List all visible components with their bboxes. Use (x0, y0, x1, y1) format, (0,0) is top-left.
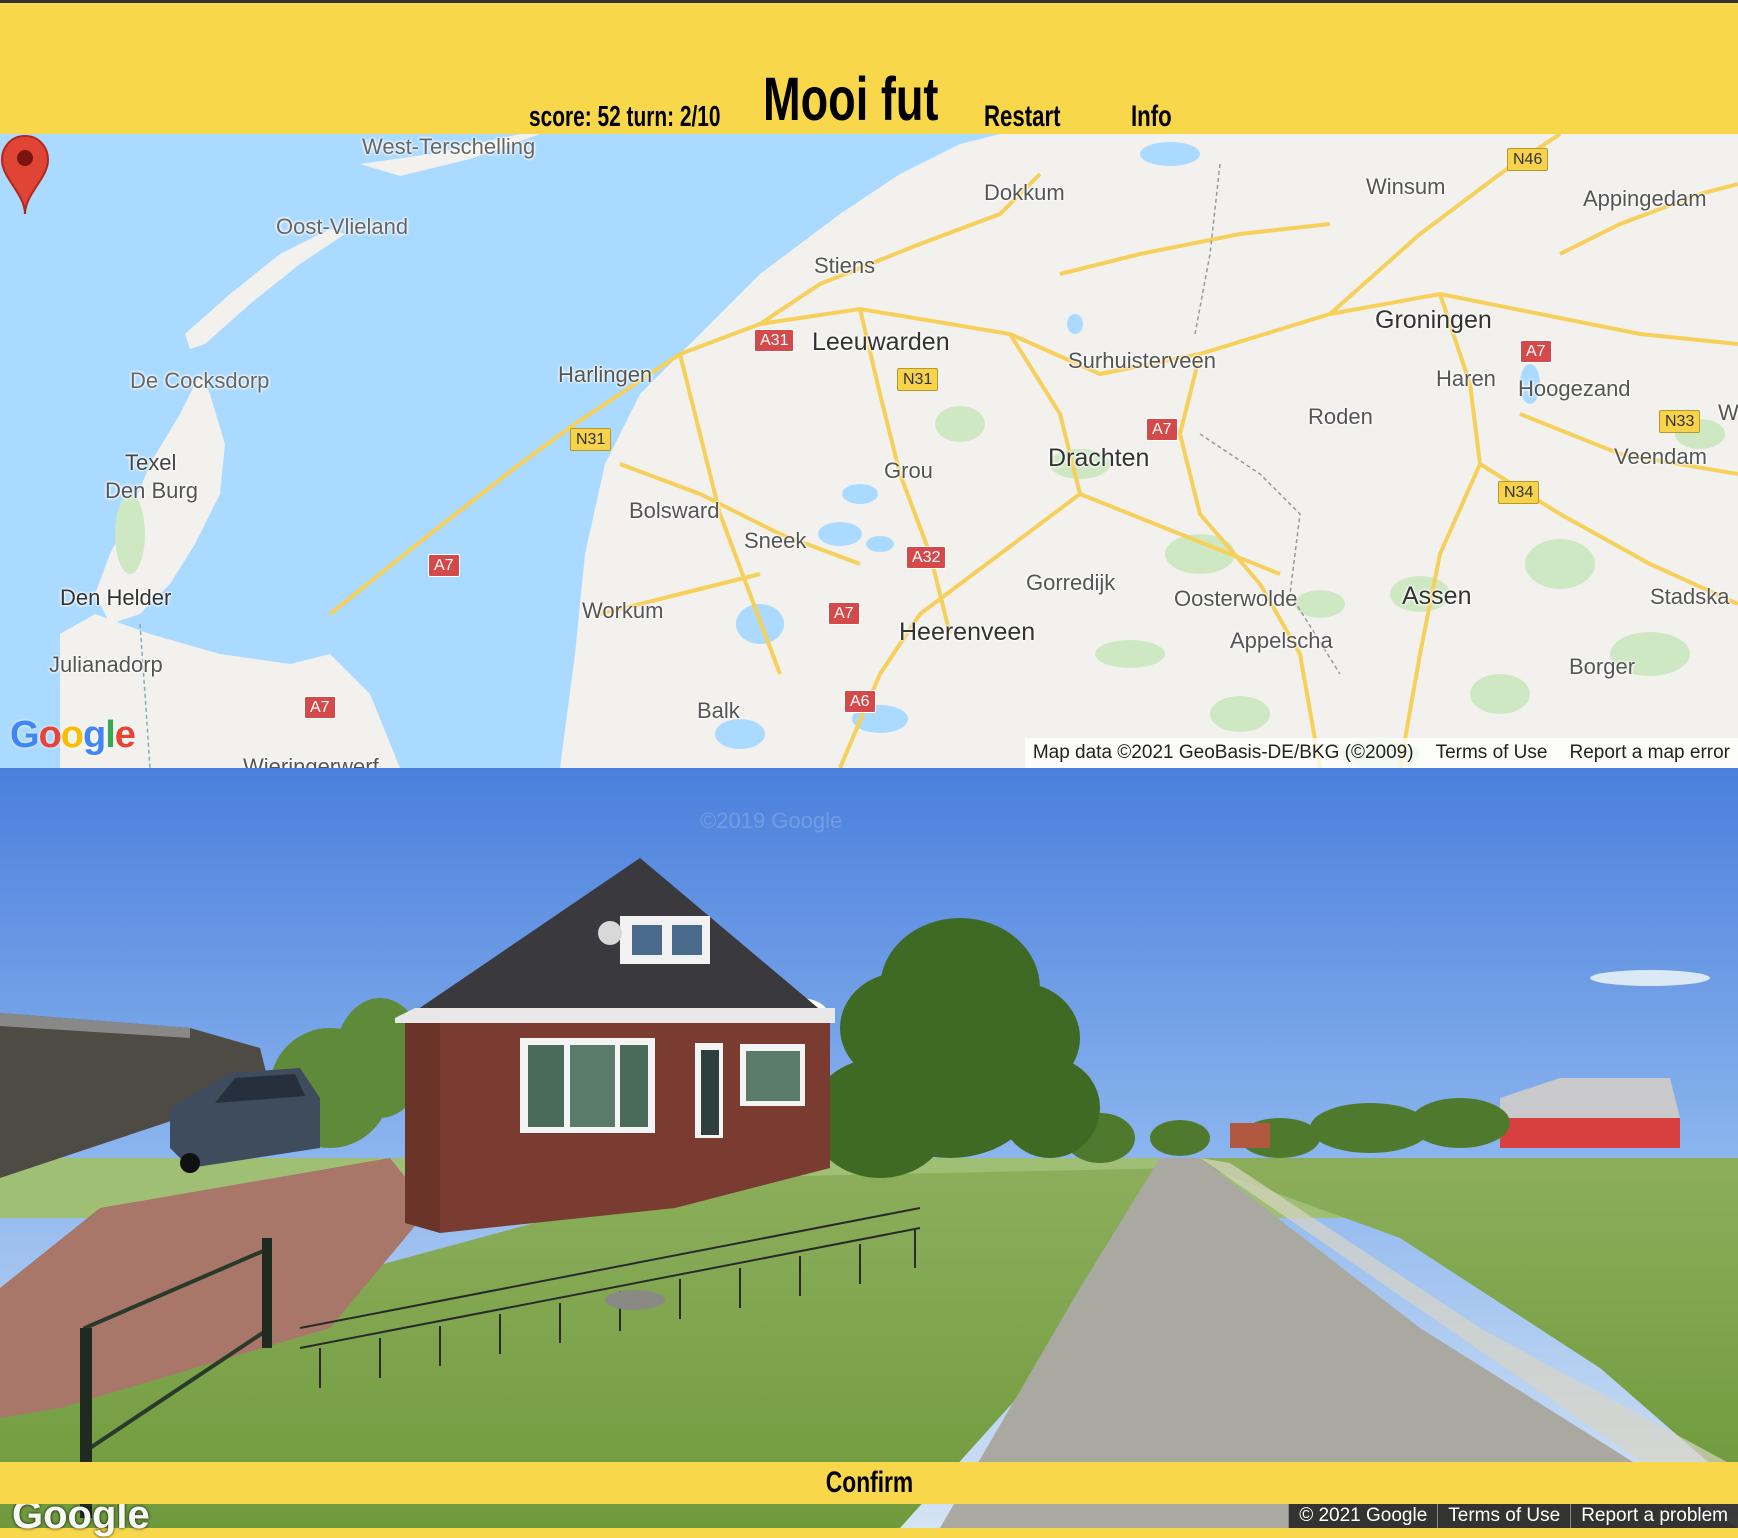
place-label: Grou (884, 458, 933, 483)
road-shield-n31: N31 (897, 368, 939, 391)
streetview-terms-link[interactable]: Terms of Use (1437, 1504, 1571, 1528)
place-label: Den Helder (60, 585, 172, 610)
place-label: W (1718, 400, 1738, 425)
map-report-link[interactable]: Report a map error (1569, 742, 1730, 764)
page-title: Mooi fut (763, 65, 939, 133)
road-shield-a31: A31 (754, 329, 795, 352)
confirm-label: Confirm (825, 1466, 913, 1499)
place-label: Veendam (1614, 444, 1707, 469)
streetview-watermark: ©2019 Google (700, 808, 843, 833)
place-label: Julianadorp (49, 652, 163, 677)
road-shield-a6: A6 (844, 690, 876, 713)
road-shield-a7: A7 (828, 602, 860, 625)
road-shield-n34: N34 (1498, 481, 1540, 504)
place-label: West-Terschelling (362, 134, 536, 159)
place-label: Borger (1569, 654, 1636, 679)
streetview-attribution: © 2021 Google Terms of Use Report a prob… (1288, 1504, 1738, 1528)
road-shield-a7: A7 (304, 696, 336, 719)
place-label: Assen (1402, 582, 1472, 610)
confirm-button[interactable]: Confirm (0, 1462, 1738, 1504)
road-shield-a7: A7 (1146, 418, 1178, 441)
restart-button[interactable]: Restart (984, 3, 1060, 152)
info-button[interactable]: Info (1131, 3, 1172, 152)
place-label: De Cocksdorp (130, 368, 270, 393)
place-label: Texel (125, 450, 177, 475)
place-label: Gorredijk (1026, 570, 1116, 595)
place-label: Balk (697, 698, 740, 723)
header-bar: score: 52 turn: 2/10 Mooi fut Restart In… (0, 3, 1738, 134)
map-data-text: Map data ©2021 GeoBasis-DE/BKG (©2009) (1032, 742, 1414, 763)
road-shield-a7: A7 (428, 554, 460, 577)
place-label: Appingedam (1583, 186, 1707, 211)
place-label: Hoogezand (1518, 376, 1631, 401)
guess-map[interactable]: West-Terschelling Oost-Vlieland De Cocks… (0, 134, 1738, 768)
streetview-panorama[interactable]: ©2019 Google (0, 768, 1738, 1528)
place-label: Haren (1436, 366, 1496, 391)
place-label: Oost-Vlieland (276, 214, 409, 239)
place-label: Harlingen (558, 362, 653, 387)
place-label: Appelscha (1230, 628, 1333, 653)
road-shield-n46: N46 (1507, 148, 1549, 171)
streetview-copyright: © 2021 Google (1288, 1504, 1438, 1528)
place-label: Workum (582, 598, 664, 623)
road-shield-n31: N31 (570, 428, 612, 451)
place-label: Roden (1308, 404, 1373, 429)
place-label: Winsum (1366, 174, 1446, 199)
place-label: Leeuwarden (812, 328, 950, 356)
score-turn-text: score: 52 turn: 2/10 (529, 101, 721, 133)
road-shield-a7: A7 (1520, 340, 1552, 363)
place-label: Heerenveen (899, 618, 1036, 646)
place-label: Stadska (1650, 584, 1730, 609)
road-shield-n33: N33 (1659, 410, 1701, 433)
place-label: Sneek (744, 528, 807, 553)
streetview-report-link[interactable]: Report a problem (1570, 1504, 1738, 1528)
place-label: Bolsward (629, 498, 720, 523)
place-label: Wieringerwerf (243, 754, 379, 768)
map-attribution: Map data ©2021 GeoBasis-DE/BKG (©2009) T… (1024, 738, 1738, 768)
map-canvas (60, 134, 1738, 768)
place-label: Drachten (1048, 444, 1150, 472)
map-terms-link[interactable]: Terms of Use (1436, 742, 1548, 764)
streetview-scene (0, 768, 1738, 1528)
place-label: Den Burg (105, 478, 198, 503)
place-label: Surhuisterveen (1068, 348, 1216, 373)
guess-marker-icon[interactable] (0, 134, 50, 216)
place-label: Stiens (814, 253, 876, 278)
place-label: Oosterwolde (1174, 586, 1298, 611)
google-logo: Google (10, 714, 136, 756)
place-label: Groningen (1375, 306, 1492, 334)
road-shield-a32: A32 (906, 546, 947, 569)
place-label: Dokkum (984, 180, 1065, 205)
